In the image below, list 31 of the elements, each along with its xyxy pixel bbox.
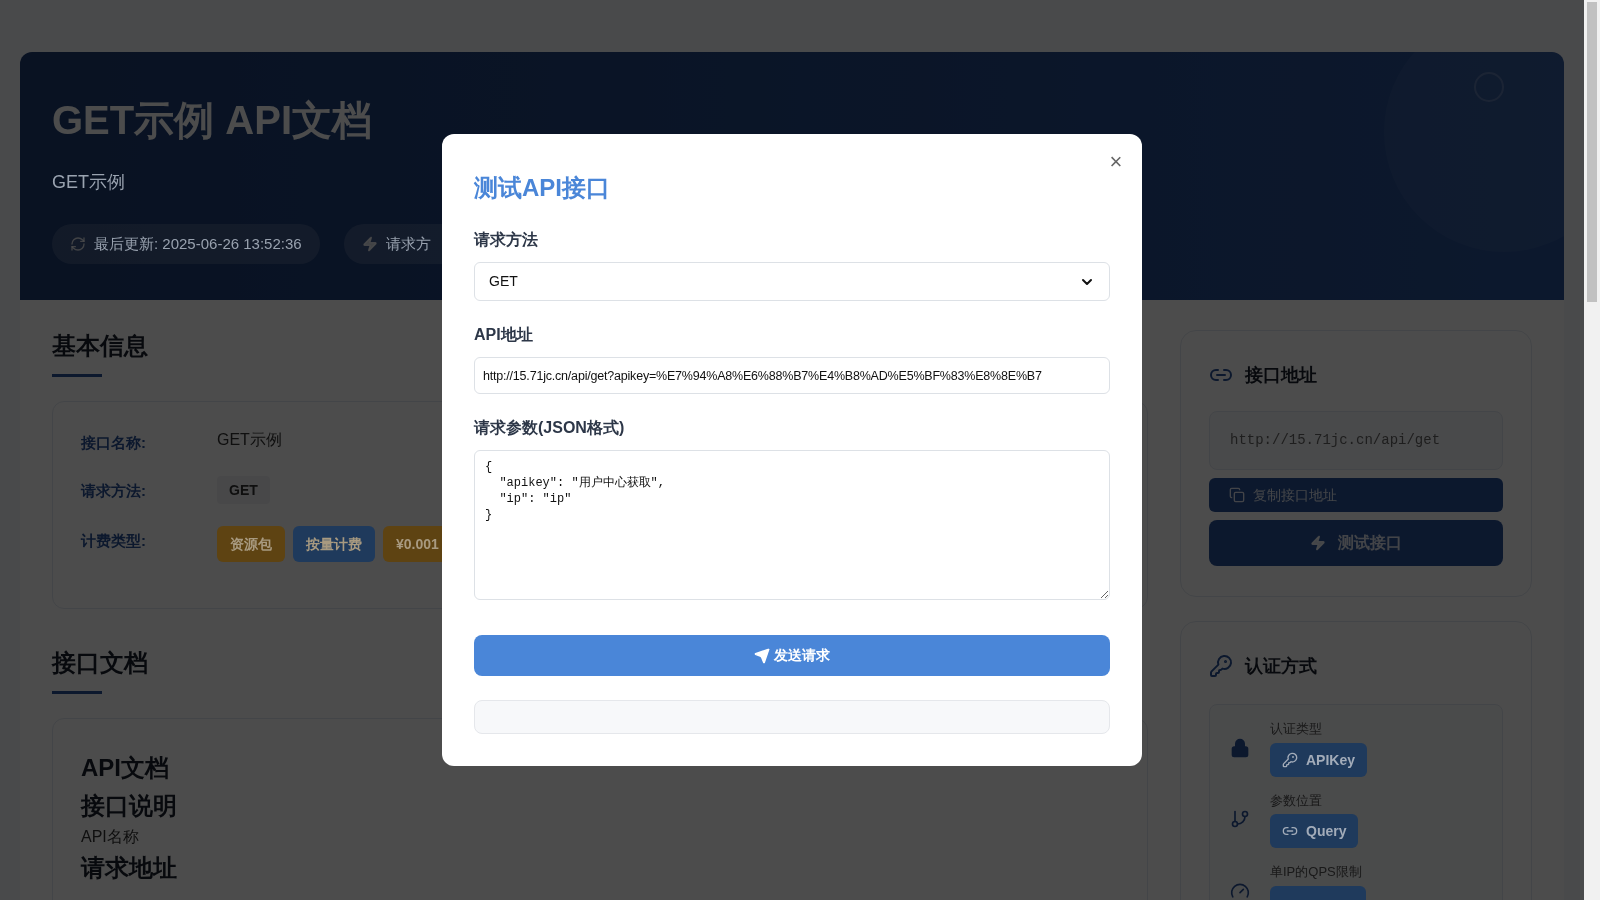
field-label: 请求方法: [81, 481, 147, 502]
auth-badge: APIKey [1270, 742, 1368, 777]
page-title: GET示例 API文档 [52, 100, 373, 140]
send-icon [754, 647, 770, 664]
dialog-title: 测试API接口 [474, 173, 611, 203]
field-label: 请求参数(JSON格式) [474, 418, 626, 438]
field-label: 计费类型: [81, 531, 147, 552]
card-heading: 认证方式 [1245, 655, 1317, 678]
billing-tag: 按量计费 [293, 526, 375, 563]
doc-text: API名称 [81, 827, 140, 848]
billing-tag: 资源包 [217, 526, 285, 563]
auth-badge: Query [1270, 814, 1359, 848]
params-textarea[interactable]: { "apikey": "用户中心获取", "ip": "ip" } [474, 450, 1110, 600]
section-heading: 接口文档 [52, 648, 148, 679]
close-button[interactable]: × [1104, 150, 1128, 174]
page-subtitle: GET示例 [52, 171, 125, 194]
send-request-button[interactable]: 发送请求 [474, 635, 1110, 676]
section-heading: 基本信息 [52, 331, 148, 361]
doc-subheading: 接口说明 [81, 791, 178, 822]
pill-text: 请求方 [385, 233, 431, 254]
field-label: 请求方法 [474, 230, 539, 250]
field-value: GET示例 [217, 429, 282, 450]
field-label: API地址 [474, 325, 534, 345]
doc-heading: API文档 [81, 753, 170, 784]
url-input[interactable]: http://15.71jc.cn/api/get?apikey=%E7%94%A8%E6%88%B7%E4%B8%AD%E5%BF%83%E8%8E%B7 [474, 357, 1110, 394]
pill-text: 最后更新: 2025-06-26 13:52:36 [94, 233, 302, 254]
method-select[interactable]: GET [474, 262, 1110, 301]
key-icon [1282, 751, 1298, 768]
card-heading: 接口地址 [1245, 364, 1317, 387]
field-label: 接口名称: [81, 432, 147, 453]
doc-subheading: 请求地址 [81, 853, 178, 884]
